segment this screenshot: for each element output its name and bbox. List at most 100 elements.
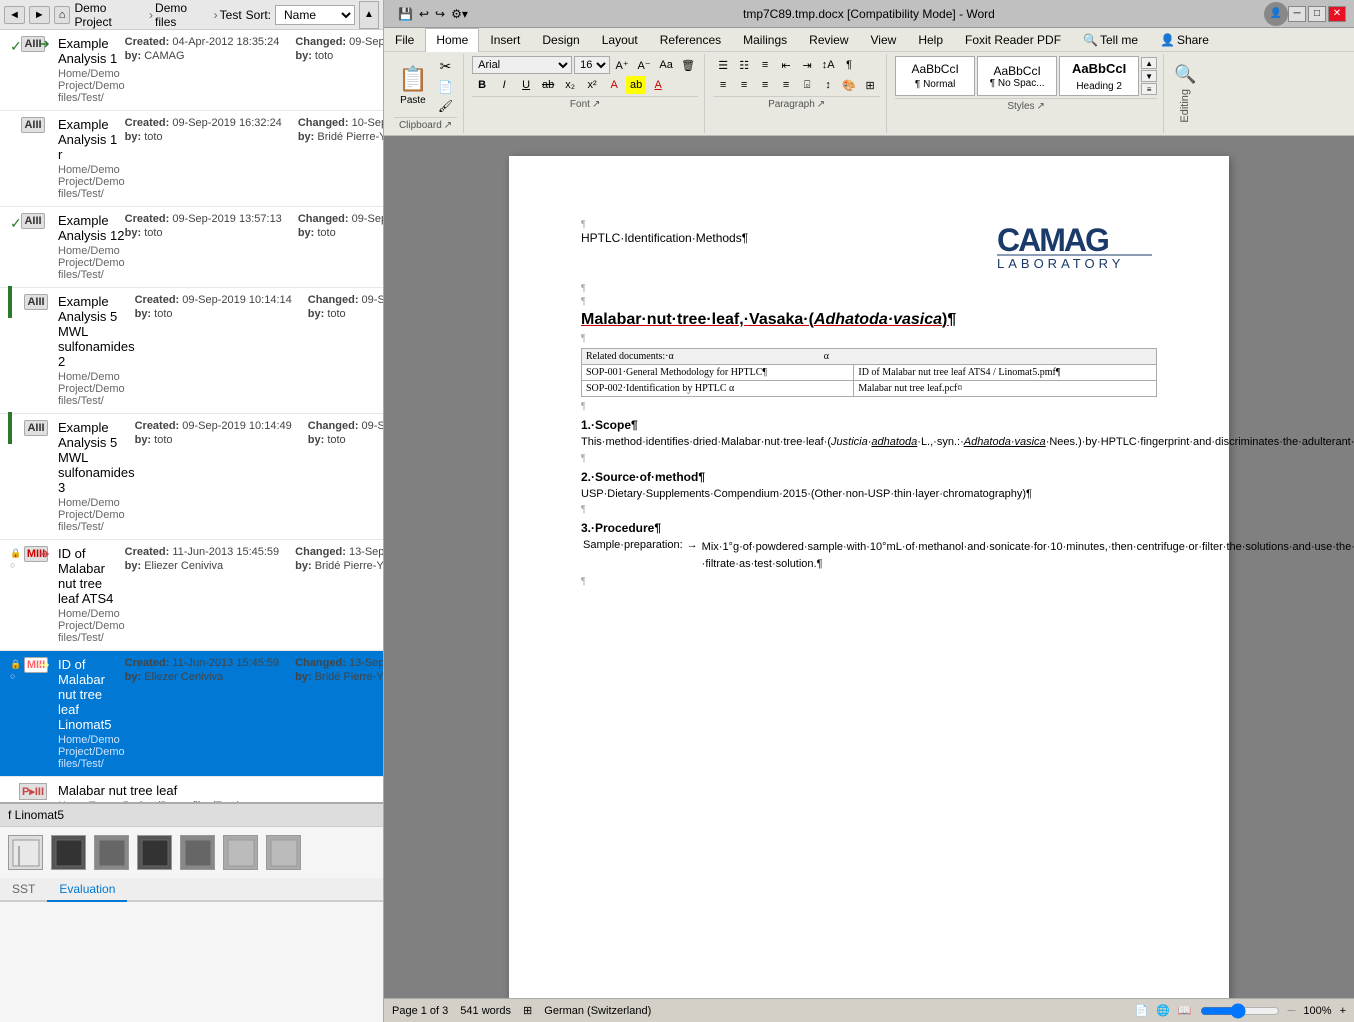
list-item[interactable]: ✓ AIII Example Analysis 1 Home/Demo Proj…	[0, 30, 383, 111]
cut-button[interactable]: ✂	[434, 56, 457, 77]
style-nospace[interactable]: AaBbCcI ¶ No Spac...	[977, 56, 1057, 96]
tab-design[interactable]: Design	[531, 28, 590, 51]
highlight-button[interactable]: ab	[626, 76, 646, 94]
home-button[interactable]: ⌂	[54, 6, 71, 24]
thumbnail[interactable]	[137, 835, 172, 870]
thumbnail[interactable]	[180, 835, 215, 870]
font-size-select[interactable]: 16	[574, 56, 610, 74]
tab-insert[interactable]: Insert	[479, 28, 531, 51]
view-read-icon[interactable]: 📖	[1178, 1004, 1192, 1017]
changed-label: Changed: 09-Sep-2019 13:56:16	[295, 36, 383, 48]
style-h2[interactable]: AaBbCcI Heading 2	[1059, 56, 1139, 96]
ribbon-tabs: File Home Insert Design Layout Reference…	[384, 28, 1354, 52]
view-print-icon[interactable]: 📄	[1135, 1004, 1149, 1017]
file-info: Example Analysis 5 MWL sulfonamides 3 Ho…	[58, 420, 135, 533]
decrease-indent-button[interactable]: ⇤	[776, 56, 796, 74]
clipboard-expand-icon[interactable]: ↗	[444, 120, 452, 131]
customize-quick-btn[interactable]: ⚙▾	[449, 6, 470, 22]
grow-font-button[interactable]: A⁺	[612, 56, 632, 74]
list-item[interactable]: AIII Example Analysis 5 MWL sulfonamides…	[0, 414, 383, 540]
redo-quick-btn[interactable]: ↪	[433, 6, 447, 22]
format-painter-button[interactable]: 🖌	[434, 97, 457, 115]
list-item[interactable]: 🔒 ○ MIII ID of Malabar nut tree leaf Lin…	[0, 651, 383, 777]
tab-evaluation[interactable]: Evaluation	[47, 878, 127, 902]
list-item[interactable]: ✓ AIII Example Analysis 12 Home/Demo Pro…	[0, 207, 383, 288]
breadcrumb-demo-files[interactable]: Demo files	[155, 1, 212, 29]
thumbnail[interactable]	[8, 835, 43, 870]
text-effects-button[interactable]: A	[604, 76, 624, 94]
shading-button[interactable]: 🎨	[839, 76, 859, 94]
styles-more-button[interactable]: ≡	[1141, 83, 1157, 95]
tab-tellme[interactable]: 🔍 Tell me	[1072, 28, 1149, 51]
paste-button[interactable]: 📋 Paste	[394, 63, 432, 108]
bullets-button[interactable]: ☰	[713, 56, 733, 74]
tab-file[interactable]: File	[384, 28, 425, 51]
font-color-button[interactable]: A	[648, 76, 668, 94]
justify-button[interactable]: ≡	[776, 76, 796, 94]
show-marks-button[interactable]: ¶	[839, 56, 859, 74]
view-web-icon[interactable]: 🌐	[1156, 1004, 1170, 1017]
sort-button[interactable]: ↕A	[818, 56, 838, 74]
styles-up-button[interactable]: ▲	[1141, 57, 1157, 69]
breadcrumb-demo-project[interactable]: Demo Project	[74, 1, 147, 29]
back-button[interactable]: ◄	[4, 6, 25, 24]
thumbnail[interactable]	[51, 835, 86, 870]
tab-layout[interactable]: Layout	[591, 28, 649, 51]
paragraph-expand-icon[interactable]: ↗	[817, 99, 825, 110]
zoom-in-icon[interactable]: +	[1340, 1005, 1346, 1017]
thumbnail[interactable]	[223, 835, 258, 870]
zoom-slider[interactable]	[1200, 1003, 1280, 1019]
tab-mailings[interactable]: Mailings	[732, 28, 798, 51]
tab-sst[interactable]: SST	[0, 878, 47, 902]
copy-button[interactable]: 📄	[434, 78, 457, 96]
sort-direction-button[interactable]: ▲	[359, 1, 379, 29]
tab-view[interactable]: View	[860, 28, 908, 51]
subscript-button[interactable]: x₂	[560, 76, 580, 94]
find-button[interactable]: 🔍	[1170, 62, 1200, 87]
numbering-button[interactable]: ☷	[734, 56, 754, 74]
underline-button[interactable]: U	[516, 76, 536, 94]
styles-expand-icon[interactable]: ↗	[1037, 101, 1045, 112]
breadcrumb-test[interactable]: Test	[220, 8, 242, 22]
tab-home[interactable]: Home	[425, 28, 479, 52]
list-item[interactable]: AIII Example Analysis 1 r Home/Demo Proj…	[0, 111, 383, 207]
save-quick-btn[interactable]: 💾	[396, 6, 415, 22]
undo-quick-btn[interactable]: ↩	[417, 6, 431, 22]
case-button[interactable]: Aa	[656, 56, 676, 74]
shrink-font-button[interactable]: A⁻	[634, 56, 654, 74]
document-page[interactable]: ¶ HPTLC·Identification·Methods¶ CAMAG LA…	[509, 156, 1229, 998]
font-expand-icon[interactable]: ↗	[592, 99, 600, 110]
list-item[interactable]: 🔒 ○ MIII ID of Malabar nut tree leaf ATS…	[0, 540, 383, 651]
tab-references[interactable]: References	[649, 28, 732, 51]
list-item[interactable]: AIII Example Analysis 5 MWL sulfonamides…	[0, 288, 383, 414]
superscript-button[interactable]: x²	[582, 76, 602, 94]
close-button[interactable]: ✕	[1328, 6, 1346, 22]
tab-share[interactable]: 👤 Share	[1149, 28, 1220, 51]
clear-format-button[interactable]: 🗑	[678, 56, 698, 74]
align-right-button[interactable]: ≡	[755, 76, 775, 94]
bold-button[interactable]: B	[472, 76, 492, 94]
thumbnail[interactable]	[266, 835, 301, 870]
multilevel-button[interactable]: ≡	[755, 56, 775, 74]
list-item[interactable]: P▸III Malabar nut tree leaf Home/Demo Pr…	[0, 777, 383, 802]
restore-button[interactable]: □	[1308, 6, 1326, 22]
tab-review[interactable]: Review	[798, 28, 859, 51]
arrow-icon	[38, 548, 50, 560]
minimize-button[interactable]: ─	[1288, 6, 1306, 22]
thumbnail[interactable]	[94, 835, 129, 870]
forward-button[interactable]: ►	[29, 6, 50, 24]
styles-down-button[interactable]: ▼	[1141, 70, 1157, 82]
borders-button[interactable]: ⊞	[860, 76, 880, 94]
increase-indent-button[interactable]: ⇥	[797, 56, 817, 74]
line-spacing-button[interactable]: ↕	[818, 76, 838, 94]
strikethrough-button[interactable]: ab	[538, 76, 558, 94]
tab-foxit[interactable]: Foxit Reader PDF	[954, 28, 1072, 51]
style-normal[interactable]: AaBbCcI ¶ Normal	[895, 56, 975, 96]
align-center-button[interactable]: ≡	[734, 76, 754, 94]
columns-button[interactable]: ⌻	[797, 76, 817, 94]
tab-help[interactable]: Help	[907, 28, 954, 51]
font-name-select[interactable]: Arial	[472, 56, 572, 74]
sort-select[interactable]: Name Date	[275, 5, 355, 25]
align-left-button[interactable]: ≡	[713, 76, 733, 94]
italic-button[interactable]: I	[494, 76, 514, 94]
